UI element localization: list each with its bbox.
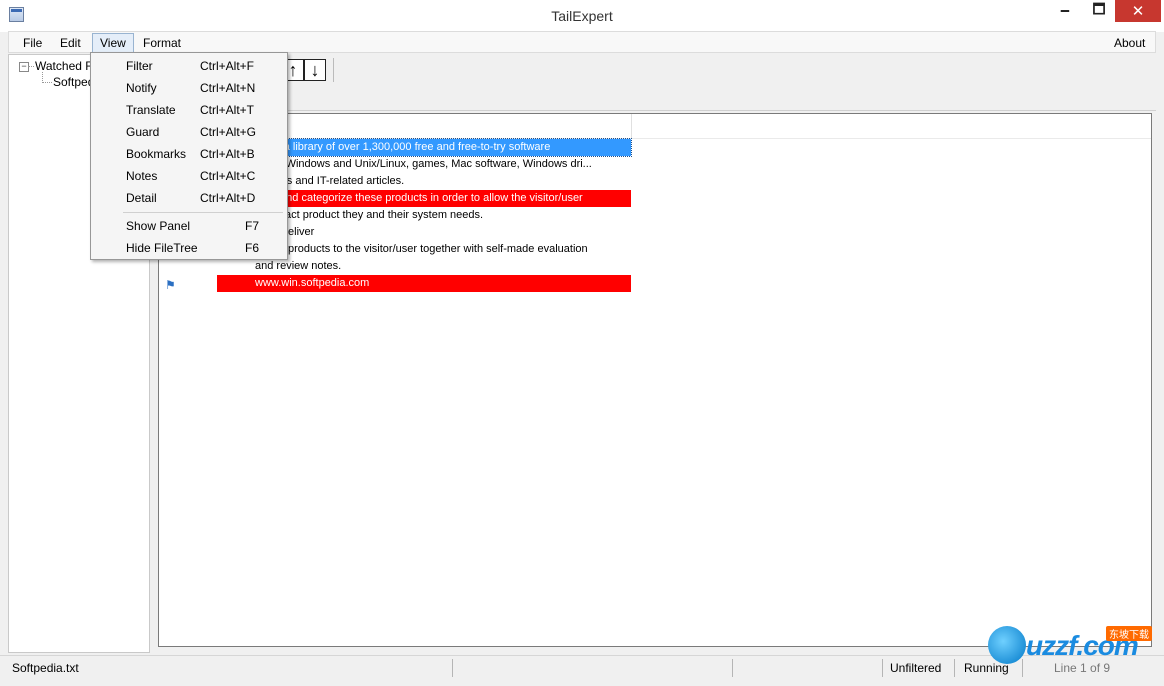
log-row-text: www.win.softpedia.com — [255, 277, 370, 289]
menu-about[interactable]: About — [1107, 34, 1152, 52]
log-row-text: dia is a library of over 1,300,000 free … — [255, 141, 551, 153]
menu-item-label: Hide FileTree — [126, 241, 198, 255]
menu-format[interactable]: Format — [136, 34, 188, 52]
view-menu-item-bookmarks[interactable]: Bookmarks Ctrl+Alt+B — [93, 142, 285, 164]
maximize-button[interactable]: 🗖 — [1082, 0, 1116, 22]
log-row[interactable]: and review notes. — [217, 258, 631, 275]
watermark-logo-icon — [988, 626, 1026, 664]
view-menu-item-hide-filetree[interactable]: Hide FileTree F6 — [93, 236, 285, 258]
menu-item-shortcut: F6 — [245, 241, 260, 255]
menu-item-label: Detail — [126, 191, 157, 205]
tree-collapse-toggle[interactable]: − — [19, 62, 29, 72]
status-separator — [882, 659, 883, 677]
menu-item-shortcut: Ctrl+Alt+T — [200, 103, 255, 117]
minimize-button[interactable]: 🗕 — [1048, 0, 1082, 22]
log-view[interactable]: e dia is a library of over 1,300,000 fre… — [158, 113, 1152, 647]
menu-item-shortcut: Ctrl+Alt+C — [200, 169, 256, 183]
log-row-text: ns for Windows and Unix/Linux, games, Ma… — [255, 158, 592, 170]
tree-node-watched-files[interactable]: Watched Fil — [35, 59, 98, 73]
window-title: TailExpert — [551, 8, 613, 24]
view-menu-item-filter[interactable]: Filter Ctrl+Alt+F — [93, 54, 285, 76]
menu-separator — [123, 212, 283, 213]
menu-item-label: Notes — [126, 169, 158, 183]
view-menu-item-notes[interactable]: Notes Ctrl+Alt+C — [93, 164, 285, 186]
menu-item-label: Show Panel — [126, 219, 191, 233]
status-filter: Unfiltered — [890, 661, 942, 675]
log-row-text: view and categorize these products in or… — [255, 192, 583, 204]
menu-item-shortcut: Ctrl+Alt+N — [200, 81, 256, 95]
menu-item-shortcut: Ctrl+Alt+B — [200, 147, 255, 161]
menu-edit[interactable]: Edit — [53, 34, 88, 52]
menu-item-label: Bookmarks — [126, 147, 187, 161]
menu-item-label: Filter — [126, 59, 153, 73]
status-file-name: Softpedia.txt — [12, 661, 79, 675]
toolbar-separator — [333, 58, 334, 82]
menu-item-label: Guard — [126, 125, 160, 139]
menu-bar: File Edit View Format About — [8, 31, 1156, 53]
status-separator — [732, 659, 733, 677]
log-row[interactable]: www.win.softpedia.com — [217, 275, 631, 292]
watermark-cn-badge: 东坡下载 — [1106, 626, 1152, 641]
menu-item-label: Translate — [126, 103, 176, 117]
close-button[interactable]: ✕ — [1115, 0, 1161, 22]
menu-view[interactable]: View — [92, 33, 134, 53]
watermark: uzzf.com 东坡下载 — [988, 622, 1160, 677]
status-separator — [954, 659, 955, 677]
log-row-text: the exact product they and their system … — [255, 209, 484, 221]
view-menu-item-detail[interactable]: Detail Ctrl+Alt+D — [93, 186, 285, 208]
bookmark-flag-icon[interactable]: ⚑ — [165, 278, 176, 292]
tree-connector — [42, 82, 52, 83]
view-menu-dropdown: Filter Ctrl+Alt+F Notify Ctrl+Alt+N Translat… — [90, 52, 288, 260]
menu-item-shortcut: F7 — [245, 219, 260, 233]
log-row-text: e best products to the visitor/user toge… — [255, 243, 588, 255]
menu-file[interactable]: File — [16, 34, 49, 52]
menu-item-shortcut: Ctrl+Alt+F — [200, 59, 255, 73]
menu-item-shortcut: Ctrl+Alt+G — [200, 125, 257, 139]
menu-item-label: Notify — [126, 81, 157, 95]
view-menu-item-translate[interactable]: Translate Ctrl+Alt+T — [93, 98, 285, 120]
view-menu-item-guard[interactable]: Guard Ctrl+Alt+G — [93, 120, 285, 142]
tree-connector — [28, 66, 34, 67]
status-separator — [452, 659, 453, 677]
column-divider[interactable] — [631, 114, 632, 138]
log-row-text: and review notes. — [255, 260, 342, 272]
log-header: e — [159, 114, 1151, 139]
view-menu-item-notify[interactable]: Notify Ctrl+Alt+N — [93, 76, 285, 98]
tree-node-softpedia[interactable]: Softped — [53, 75, 94, 89]
scroll-down-button[interactable]: ↓ — [304, 59, 326, 81]
view-menu-item-show-panel[interactable]: Show Panel F7 — [93, 214, 285, 236]
title-bar: TailExpert 🗕 🗖 ✕ — [0, 0, 1164, 32]
menu-item-shortcut: Ctrl+Alt+D — [200, 191, 256, 205]
